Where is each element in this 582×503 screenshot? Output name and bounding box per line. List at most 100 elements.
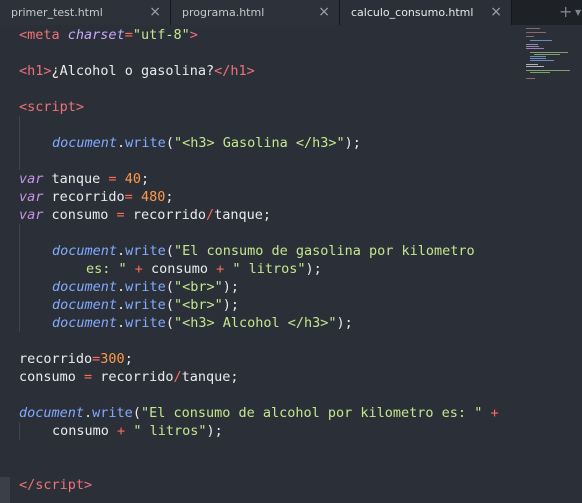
code-token: write xyxy=(125,297,166,313)
code-token: > xyxy=(75,99,85,115)
code-token: "utf-8" xyxy=(132,27,190,43)
plus-icon[interactable]: + xyxy=(559,0,572,23)
code-token: document xyxy=(52,243,118,259)
chevron-down-icon[interactable]: ▼ xyxy=(575,0,581,25)
code-token: document xyxy=(19,405,85,421)
code-token: "<br>" xyxy=(173,279,223,295)
code-token: . xyxy=(117,279,126,295)
code-token: document xyxy=(52,279,118,295)
code-line: recorrido=300; xyxy=(0,350,520,368)
code-line: <script> xyxy=(0,98,520,116)
minimap-line xyxy=(526,66,544,67)
minimap-line xyxy=(530,52,568,53)
code-token: ; xyxy=(124,351,133,367)
minimap[interactable] xyxy=(522,26,582,96)
code-token: "El consumo de alcohol por kilometro es:… xyxy=(140,405,483,421)
code-token: var xyxy=(19,207,44,223)
tab-primer-test[interactable]: primer_test.html × xyxy=(0,0,171,25)
code-token: "<h3> Gasolina </h3>" xyxy=(173,135,345,151)
code-token: h1 xyxy=(230,63,247,79)
code-token: + xyxy=(216,261,225,277)
tab-bar: primer_test.html × programa.html × calcu… xyxy=(0,0,582,25)
code-token: tanque; xyxy=(214,207,272,223)
code-token: ; xyxy=(165,189,174,205)
close-icon[interactable]: × xyxy=(149,0,161,24)
indent-guide xyxy=(19,314,20,332)
indent-guide xyxy=(19,116,20,134)
tab-bar-actions: + ▼ xyxy=(512,0,582,25)
code-token: write xyxy=(125,135,166,151)
code-token: ¿Alcohol o gasolina? xyxy=(51,63,215,79)
code-token: tanque xyxy=(43,171,109,187)
code-token: . xyxy=(117,297,126,313)
code-token: charset xyxy=(67,27,125,43)
code-token: = xyxy=(124,27,133,43)
indent-guide xyxy=(19,422,20,440)
code-line xyxy=(0,224,520,242)
minimap-line xyxy=(526,48,544,49)
code-token: "El consumo de gasolina por kilometro xyxy=(173,243,475,259)
code-token: document xyxy=(52,315,118,331)
minimap-line xyxy=(526,36,534,37)
code-token: > xyxy=(189,27,198,43)
code-line: <meta charset="utf-8"> xyxy=(0,26,520,44)
code-token: ); xyxy=(336,315,353,331)
code-token: < xyxy=(19,27,28,43)
code-token: recorrido xyxy=(19,351,93,367)
code-token: tanque; xyxy=(181,369,239,385)
code-token: consumo xyxy=(142,261,217,277)
code-editor[interactable]: <meta charset="utf-8"> <h1>¿Alcohol o ga… xyxy=(0,26,520,494)
code-token: consumo xyxy=(43,207,117,223)
code-token: = xyxy=(84,369,93,385)
code-token: > xyxy=(84,477,93,493)
code-token: write xyxy=(125,243,166,259)
code-line: document.write("El consumo de alcohol po… xyxy=(0,404,520,422)
code-token: ); xyxy=(222,279,239,295)
minimap-line xyxy=(530,56,546,57)
code-token: var xyxy=(19,171,44,187)
code-line: var consumo = recorrido/tanque; xyxy=(0,206,520,224)
code-token: write xyxy=(92,405,133,421)
minimap-line xyxy=(530,58,546,59)
code-line: document.write("<br>"); xyxy=(0,296,520,314)
indent-guide xyxy=(19,242,20,260)
code-token: script xyxy=(35,477,85,493)
code-token: ( xyxy=(165,297,174,313)
code-line: </script> xyxy=(0,476,520,494)
code-token: 40 xyxy=(124,171,141,187)
minimap-line xyxy=(526,78,535,79)
minimap-line xyxy=(534,54,560,55)
code-line: document.write("<br>"); xyxy=(0,278,520,296)
code-token: . xyxy=(117,243,126,259)
code-line: document.write("El consumo de gasolina p… xyxy=(0,242,520,260)
tab-programa[interactable]: programa.html × xyxy=(171,0,340,25)
indent-guide xyxy=(19,260,20,278)
code-token: recorrido xyxy=(43,189,125,205)
code-token: " litros" xyxy=(133,423,207,439)
minimap-line xyxy=(526,70,570,71)
code-line: var tanque = 40; xyxy=(0,170,520,188)
code-token: = xyxy=(116,207,125,223)
code-token: + xyxy=(134,261,143,277)
close-icon[interactable]: × xyxy=(318,0,330,24)
code-token: write xyxy=(125,315,166,331)
code-token: recorrido xyxy=(124,207,206,223)
tab-calculo-consumo[interactable]: calculo_consumo.html × xyxy=(340,0,512,25)
code-token: ( xyxy=(165,135,174,151)
minimap-line xyxy=(526,28,540,29)
editor-window: primer_test.html × programa.html × calcu… xyxy=(0,0,582,503)
code-token: 300 xyxy=(100,351,125,367)
code-token: write xyxy=(125,279,166,295)
code-token: = xyxy=(124,189,133,205)
code-line: consumo = recorrido/tanque; xyxy=(0,368,520,386)
code-token: script xyxy=(27,99,76,115)
code-token: ( xyxy=(165,315,174,331)
code-line: <h1>¿Alcohol o gasolina?</h1> xyxy=(0,62,520,80)
code-line: es: " + consumo + " litros"); xyxy=(0,260,520,278)
close-icon[interactable]: × xyxy=(490,0,502,24)
tab-label: programa.html xyxy=(182,6,265,19)
code-token: ); xyxy=(344,135,361,151)
